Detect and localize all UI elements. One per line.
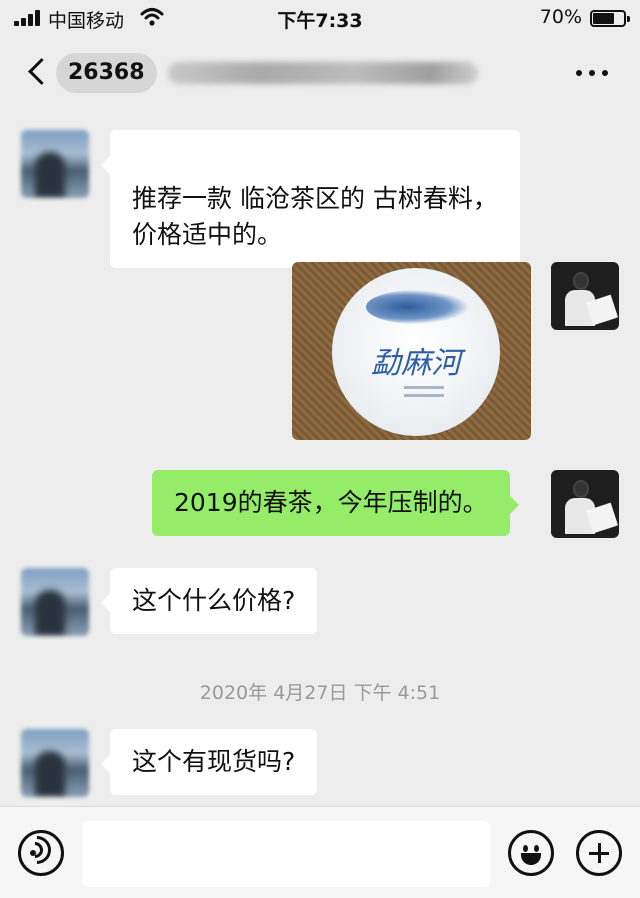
battery-percent: 70% <box>539 6 582 28</box>
message-text: 这个什么价格? <box>132 586 296 615</box>
voice-icon[interactable] <box>17 830 64 876</box>
message-image[interactable]: 勐麻河 <box>292 262 531 440</box>
redacted-contact-name <box>168 62 478 84</box>
status-bar: 中国移动 下午7:33 70% <box>0 0 640 38</box>
bird-logo <box>366 290 468 324</box>
contact-avatar[interactable] <box>21 729 89 797</box>
chat-timestamp: 2020年 4月27日 下午 4:51 <box>199 682 441 704</box>
emoji-icon[interactable] <box>508 830 554 876</box>
message-text: 2019的春茶，今年压制的。 <box>174 488 488 517</box>
back-icon[interactable] <box>20 52 54 92</box>
label-lines <box>404 386 444 389</box>
contact-avatar[interactable] <box>21 130 89 198</box>
more-icon[interactable] <box>572 66 612 80</box>
chat-title: 26368 <box>56 53 157 93</box>
plus-icon[interactable] <box>576 830 622 876</box>
message-bubble[interactable]: 推荐一款 临沧茶区的 古树春料， 价格适中的。 <box>101 130 520 268</box>
message-bubble[interactable]: 这个什么价格? <box>100 568 318 634</box>
message-bubble[interactable]: 2019的春茶，今年压制的。 <box>152 470 519 536</box>
message-text: 推荐一款 临沧茶区的 古树春料， 价格适中的。 <box>132 184 498 249</box>
my-avatar[interactable] <box>551 470 619 538</box>
message-bubble[interactable]: 这个有现货吗? <box>100 729 318 795</box>
my-avatar[interactable] <box>551 262 619 330</box>
message-input[interactable] <box>82 821 490 887</box>
contact-avatar[interactable] <box>21 568 89 636</box>
message-text: 这个有现货吗? <box>132 747 296 776</box>
input-bar <box>0 806 640 898</box>
chat-header: 26368 <box>0 38 640 108</box>
battery-icon <box>590 10 630 27</box>
tea-brand-text: 勐麻河 <box>371 346 461 381</box>
